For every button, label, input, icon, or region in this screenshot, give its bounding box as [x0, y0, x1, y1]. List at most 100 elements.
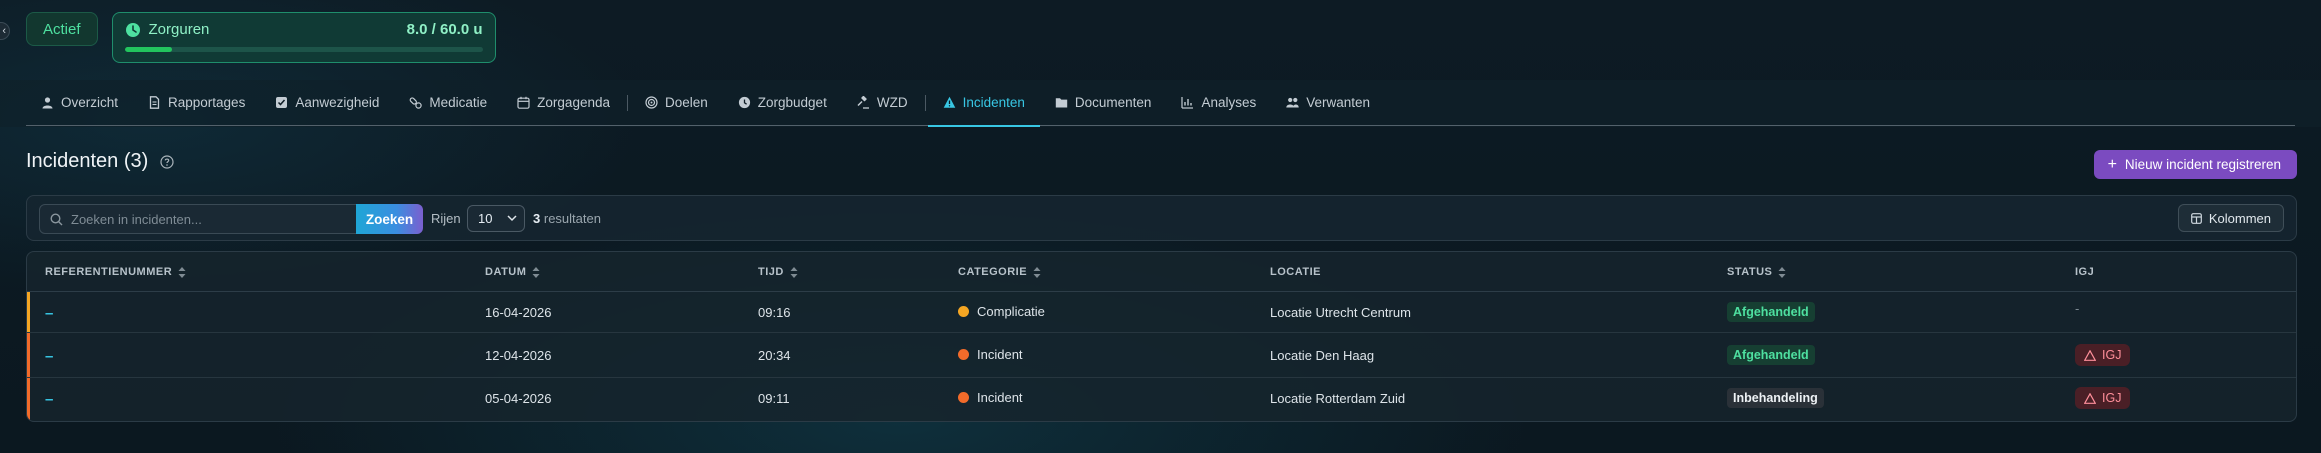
col-header-status[interactable]: STATUS	[1727, 266, 1786, 278]
tab-divider	[626, 94, 628, 111]
warning-icon	[2084, 392, 2096, 404]
tab-label: Incidenten	[962, 95, 1025, 110]
igj-badge: IGJ	[2075, 344, 2131, 366]
sort-icon	[790, 266, 798, 278]
rows-select[interactable]: 10	[467, 205, 525, 232]
igj-badge: IGJ	[2075, 387, 2131, 409]
incidents-table: REFERENTIENUMMER DATUM TIJD CATEGORIE LO…	[26, 251, 2297, 422]
tab-label: Overzicht	[61, 95, 119, 110]
rows-value: 10	[478, 211, 493, 226]
incident-date: 16-04-2026	[485, 305, 552, 320]
chevron-left-icon: ‹	[2, 25, 6, 37]
chevron-down-icon	[507, 215, 517, 222]
tab-doelen[interactable]: Doelen	[630, 80, 723, 126]
coin-icon	[738, 96, 750, 109]
igj-empty: -	[2075, 301, 2080, 316]
tab-divider	[924, 94, 926, 111]
new-incident-button[interactable]: + Nieuw incident registreren	[2093, 150, 2297, 179]
tab-zorgbudget[interactable]: Zorgbudget	[723, 80, 842, 126]
tab-incidenten[interactable]: Incidenten	[927, 80, 1041, 127]
columns-button[interactable]: Kolommen	[2177, 204, 2284, 232]
table-row[interactable]: – 16-04-2026 09:16 Complicatie Locatie Utrec…	[27, 292, 2296, 333]
tab-analyses[interactable]: Analyses	[1166, 80, 1271, 126]
search-button[interactable]: Zoeken	[356, 204, 423, 234]
reference-number[interactable]: –	[45, 348, 53, 365]
tab-zorgagenda[interactable]: Zorgagenda	[502, 80, 625, 126]
incident-location: Locatie Rotterdam Zuid	[1270, 391, 1406, 406]
col-header-location: LOCATIE	[1270, 266, 1321, 278]
help-icon[interactable]	[160, 154, 174, 169]
status-badge: Inbehandeling	[1727, 388, 1824, 408]
col-header-category[interactable]: CATEGORIE	[958, 266, 1041, 278]
row-accent-bar	[27, 292, 30, 332]
status-badge: Afgehandeld	[1727, 345, 1815, 365]
sort-icon	[1033, 266, 1041, 278]
sort-icon	[532, 266, 540, 278]
tab-label: Doelen	[664, 95, 708, 110]
search-field[interactable]	[39, 204, 357, 234]
incident-time: 20:34	[758, 348, 791, 363]
col-header-time-label: TIJD	[758, 266, 784, 278]
tab-rapportages[interactable]: Rapportages	[133, 80, 260, 126]
category-dot	[958, 392, 969, 403]
document-icon	[149, 96, 160, 109]
col-header-ref[interactable]: REFERENTIENUMMER	[45, 266, 186, 278]
tab-bar: Overzicht Rapportages Aanwezigheid Medicati…	[0, 80, 2321, 127]
hours-label: Zorguren	[148, 21, 210, 38]
warning-icon	[943, 96, 955, 108]
status-badge: Actief	[26, 12, 98, 46]
col-header-date-label: DATUM	[485, 266, 527, 278]
hours-value: 8.0 / 60.0 u	[406, 21, 483, 38]
tab-label: WZD	[876, 95, 908, 110]
tab-aanwezigheid[interactable]: Aanwezigheid	[260, 80, 394, 126]
chart-icon	[1181, 97, 1194, 109]
reference-number[interactable]: –	[45, 305, 53, 322]
columns-label: Kolommen	[2208, 210, 2271, 226]
reference-number[interactable]: –	[45, 391, 53, 408]
people-icon	[1286, 97, 1299, 108]
igj-label: IGJ	[2102, 348, 2122, 362]
tab-wzd[interactable]: WZD	[842, 80, 923, 126]
category-dot	[958, 306, 969, 317]
sidebar-collapse-button[interactable]: ‹	[0, 22, 10, 40]
row-accent-bar	[27, 378, 30, 421]
table-row[interactable]: – 05-04-2026 09:11 Incident Locatie Rotterda…	[27, 378, 2296, 421]
col-header-category-label: CATEGORIE	[958, 266, 1028, 278]
incident-date: 12-04-2026	[485, 348, 552, 363]
search-input[interactable]	[71, 211, 331, 227]
tab-label: Rapportages	[168, 95, 246, 110]
table-toolbar: Zoeken Rijen 10 3 resultaten Kolommen	[26, 195, 2297, 241]
status-badge: Afgehandeld	[1727, 302, 1815, 322]
incident-location: Locatie Utrecht Centrum	[1270, 305, 1411, 320]
col-header-date[interactable]: DATUM	[485, 266, 540, 278]
col-header-igj: IGJ	[2075, 266, 2094, 278]
tab-label: Zorgbudget	[757, 95, 827, 110]
table-row[interactable]: – 12-04-2026 20:34 Incident Locatie Den Haag…	[27, 333, 2296, 378]
tab-label: Analyses	[1201, 95, 1257, 110]
tab-verwanten[interactable]: Verwanten	[1271, 80, 1385, 126]
sort-icon	[178, 266, 186, 278]
table-header: REFERENTIENUMMER DATUM TIJD CATEGORIE LO…	[27, 252, 2296, 292]
incident-category: Incident	[977, 390, 1023, 405]
client-header: Actief Zorguren 8.0 / 60.0 u	[26, 12, 496, 63]
incident-date: 05-04-2026	[485, 391, 552, 406]
tab-label: Zorgagenda	[537, 95, 610, 110]
incident-location: Locatie Den Haag	[1270, 348, 1375, 363]
tab-overzicht[interactable]: Overzicht	[26, 80, 133, 126]
new-incident-label: Nieuw incident registreren	[2124, 157, 2281, 172]
target-icon	[645, 96, 658, 109]
col-header-igj-label: IGJ	[2075, 266, 2095, 278]
gavel-icon	[857, 96, 869, 109]
tab-label: Aanwezigheid	[295, 95, 380, 110]
col-header-ref-label: REFERENTIENUMMER	[45, 266, 173, 278]
col-header-time[interactable]: TIJD	[758, 266, 798, 278]
table-body: – 16-04-2026 09:16 Complicatie Locatie Utrec…	[27, 292, 2296, 421]
row-accent-bar	[27, 333, 30, 377]
tab-medicatie[interactable]: Medicatie	[394, 80, 502, 126]
tab-documenten[interactable]: Documenten	[1040, 80, 1167, 126]
section-header: Incidenten (3)	[26, 150, 174, 173]
tab-label: Verwanten	[1306, 95, 1371, 110]
col-header-status-label: STATUS	[1727, 266, 1773, 278]
warning-icon	[2084, 349, 2096, 361]
results-label: resultaten	[543, 211, 601, 226]
